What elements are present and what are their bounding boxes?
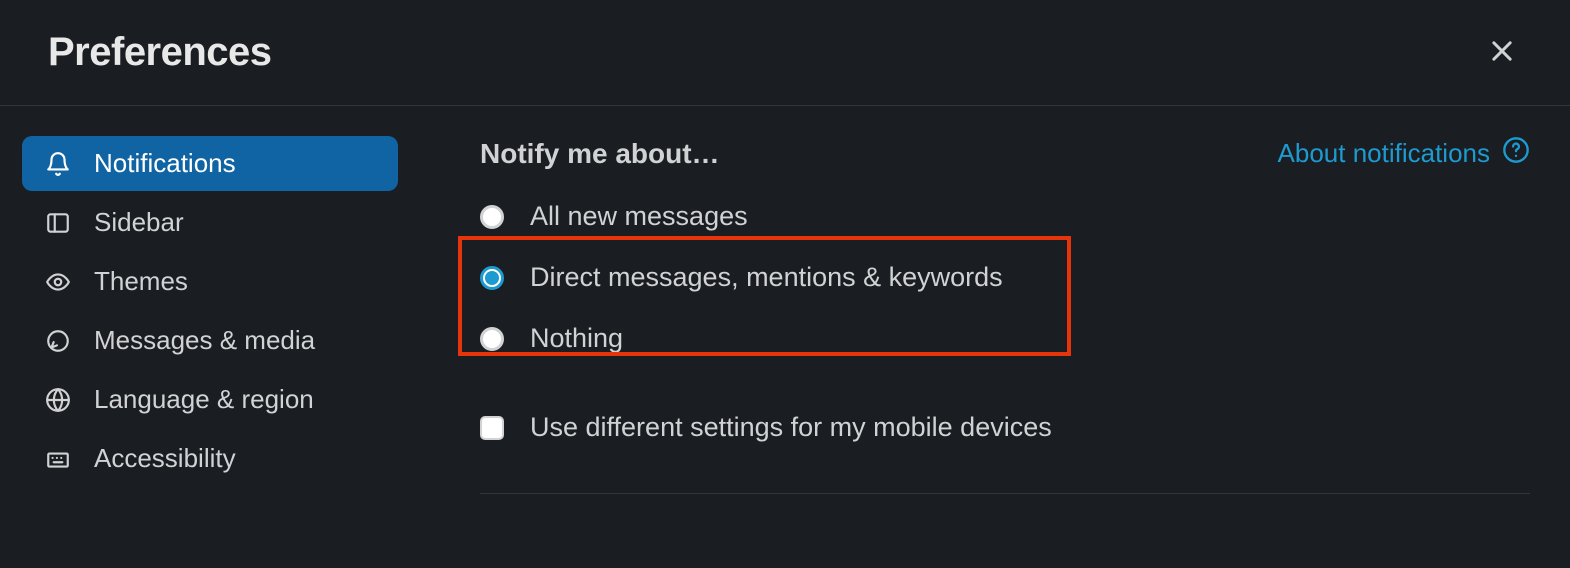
question-circle-icon (1502, 136, 1530, 171)
section-divider (480, 493, 1530, 494)
sidebar-item-label: Themes (94, 266, 188, 297)
preferences-body: Notifications Sidebar Themes (0, 106, 1570, 494)
panel-left-icon (44, 209, 72, 237)
radio-direct-mentions[interactable]: Direct messages, mentions & keywords (480, 262, 1530, 293)
sidebar-item-accessibility[interactable]: Accessibility (22, 431, 398, 486)
sidebar-item-label: Sidebar (94, 207, 184, 238)
notify-section-header: Notify me about… About notifications (480, 136, 1530, 171)
radio-icon (480, 327, 504, 351)
globe-icon (44, 386, 72, 414)
radio-label: Direct messages, mentions & keywords (530, 262, 1003, 293)
sidebar-item-label: Notifications (94, 148, 236, 179)
keyboard-icon (44, 445, 72, 473)
about-link-label: About notifications (1278, 138, 1490, 169)
radio-icon (480, 205, 504, 229)
sidebar-item-language-region[interactable]: Language & region (22, 372, 398, 427)
checkbox-mobile-settings[interactable]: Use different settings for my mobile dev… (480, 412, 1530, 443)
close-button[interactable] (1482, 33, 1522, 73)
notify-section-title: Notify me about… (480, 138, 720, 170)
preferences-header: Preferences (0, 0, 1570, 106)
bell-icon (44, 150, 72, 178)
sidebar-item-label: Messages & media (94, 325, 315, 356)
checkbox-icon (480, 416, 504, 440)
sidebar-item-messages-media[interactable]: Messages & media (22, 313, 398, 368)
checkbox-label: Use different settings for my mobile dev… (530, 412, 1052, 443)
notify-options: All new messages Direct messages, mentio… (480, 201, 1530, 354)
sidebar-item-sidebar[interactable]: Sidebar (22, 195, 398, 250)
preferences-main: Notify me about… About notifications All… (420, 136, 1570, 494)
radio-label: All new messages (530, 201, 748, 232)
radio-nothing[interactable]: Nothing (480, 323, 1530, 354)
page-title: Preferences (48, 30, 272, 75)
radio-label: Nothing (530, 323, 623, 354)
radio-icon (480, 266, 504, 290)
chat-icon (44, 327, 72, 355)
sidebar-item-themes[interactable]: Themes (22, 254, 398, 309)
preferences-sidebar: Notifications Sidebar Themes (0, 136, 420, 494)
about-notifications-link[interactable]: About notifications (1278, 136, 1530, 171)
radio-all-messages[interactable]: All new messages (480, 201, 1530, 232)
sidebar-item-label: Language & region (94, 384, 314, 415)
eye-icon (44, 268, 72, 296)
close-icon (1488, 37, 1516, 68)
sidebar-item-label: Accessibility (94, 443, 236, 474)
sidebar-item-notifications[interactable]: Notifications (22, 136, 398, 191)
